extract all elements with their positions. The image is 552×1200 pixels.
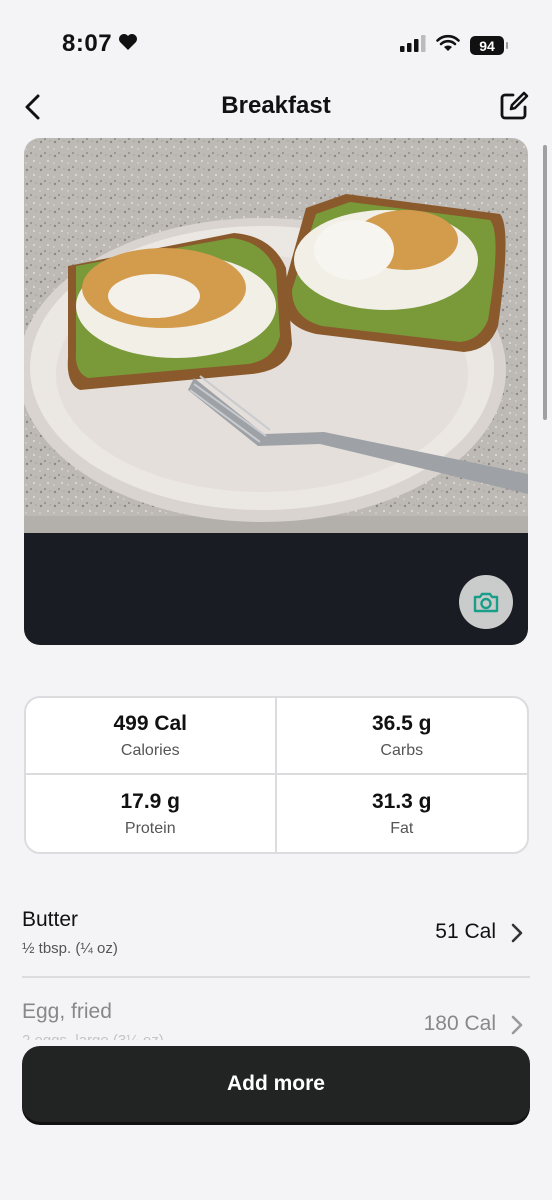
macro-protein: 17.9 g Protein <box>26 775 277 852</box>
macros-summary: 499 Cal Calories 36.5 g Carbs 17.9 g Pro… <box>24 696 529 854</box>
food-calories: 180 Cal <box>423 1012 496 1035</box>
scrollbar[interactable] <box>543 145 547 420</box>
add-more-button[interactable]: Add more <box>22 1046 530 1122</box>
edit-button[interactable] <box>498 90 530 122</box>
food-calories: 51 Cal <box>435 920 496 943</box>
food-item-butter[interactable]: Butter ½ tbsp. (¼ oz) 51 Cal <box>22 900 530 974</box>
macro-calories: 499 Cal Calories <box>26 698 277 775</box>
divider <box>22 976 530 978</box>
macro-label: Protein <box>124 819 176 837</box>
meal-photo <box>24 138 528 645</box>
signal-icon <box>400 34 426 57</box>
food-portion: ½ tbsp. (¼ oz) <box>22 940 118 957</box>
macro-carbs: 36.5 g Carbs <box>276 698 527 775</box>
macro-label: Carbs <box>380 741 424 759</box>
food-name: Butter <box>22 908 79 931</box>
macro-value: 499 Cal <box>113 711 188 735</box>
wifi-icon <box>436 34 460 57</box>
status-time: 8:07 <box>62 30 113 57</box>
heart-icon <box>118 30 138 58</box>
macro-label: Calories <box>120 741 180 759</box>
status-time-group: 8:07 <box>62 30 138 58</box>
macro-value: 31.3 g <box>371 789 432 813</box>
chevron-right-icon <box>511 923 523 943</box>
camera-button[interactable] <box>459 575 513 629</box>
macro-label: Fat <box>390 819 414 837</box>
status-bar: 8:07 94 <box>0 0 552 84</box>
chevron-right-icon <box>511 1015 523 1035</box>
camera-icon <box>473 592 499 613</box>
nav-bar: Breakfast <box>0 84 552 130</box>
status-icons: 94 <box>400 34 508 57</box>
macro-fat: 31.3 g Fat <box>277 775 528 852</box>
edit-icon <box>500 91 529 120</box>
page-title: Breakfast <box>221 92 331 119</box>
macro-value: 17.9 g <box>120 789 181 813</box>
battery-icon: 94 <box>470 36 508 55</box>
macro-value: 36.5 g <box>371 711 432 735</box>
food-name: Egg, fried <box>22 1000 112 1023</box>
